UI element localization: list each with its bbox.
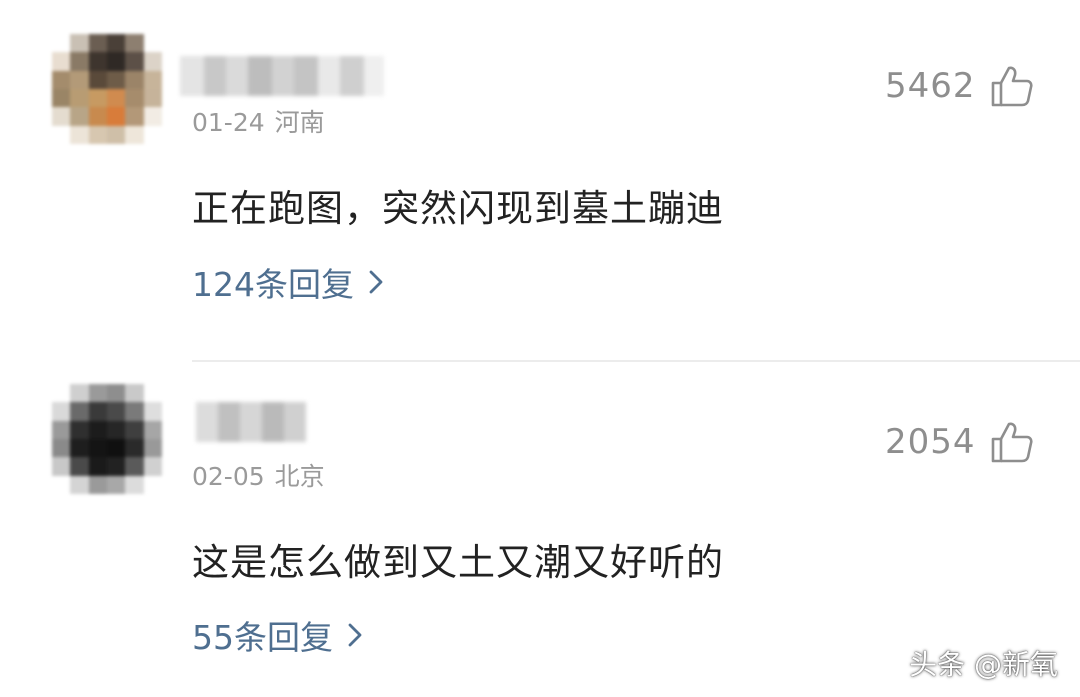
avatar[interactable] xyxy=(52,384,162,494)
comment-date: 02-05 xyxy=(192,462,265,491)
replies-link[interactable]: 55条回复 xyxy=(192,611,363,659)
thumbs-up-icon xyxy=(991,422,1033,463)
username[interactable] xyxy=(196,402,306,442)
comment-list: 01-24 河南 5462 正在跑图，突然闪现到墓土蹦迪 124条回复 02-0… xyxy=(0,0,1080,697)
replies-count: 55条回复 xyxy=(192,618,333,657)
like-count: 5462 xyxy=(885,66,976,106)
comment-meta: 02-05 北京 xyxy=(192,457,325,493)
comment-location: 北京 xyxy=(274,462,325,491)
like-count: 2054 xyxy=(885,422,976,462)
comment-date: 01-24 xyxy=(192,108,265,137)
comment-meta: 01-24 河南 xyxy=(192,103,325,139)
thumbs-up-icon xyxy=(991,66,1033,107)
comment-text: 这是怎么做到又土又潮又好听的 xyxy=(192,541,724,584)
like-button[interactable]: 2054 xyxy=(885,420,1034,464)
replies-count: 124条回复 xyxy=(192,265,354,304)
username[interactable] xyxy=(180,56,384,96)
comment-location: 河南 xyxy=(274,108,325,137)
like-button[interactable]: 5462 xyxy=(885,64,1034,108)
watermark: 头条 @新氧 xyxy=(909,648,1058,681)
comment-item: 01-24 河南 5462 正在跑图，突然闪现到墓土蹦迪 124条回复 xyxy=(0,0,1080,340)
chevron-right-icon xyxy=(369,270,383,294)
chevron-right-icon xyxy=(348,623,362,647)
replies-link[interactable]: 124条回复 xyxy=(192,258,384,306)
avatar[interactable] xyxy=(52,34,162,144)
comment-text: 正在跑图，突然闪现到墓土蹦迪 xyxy=(192,187,724,230)
